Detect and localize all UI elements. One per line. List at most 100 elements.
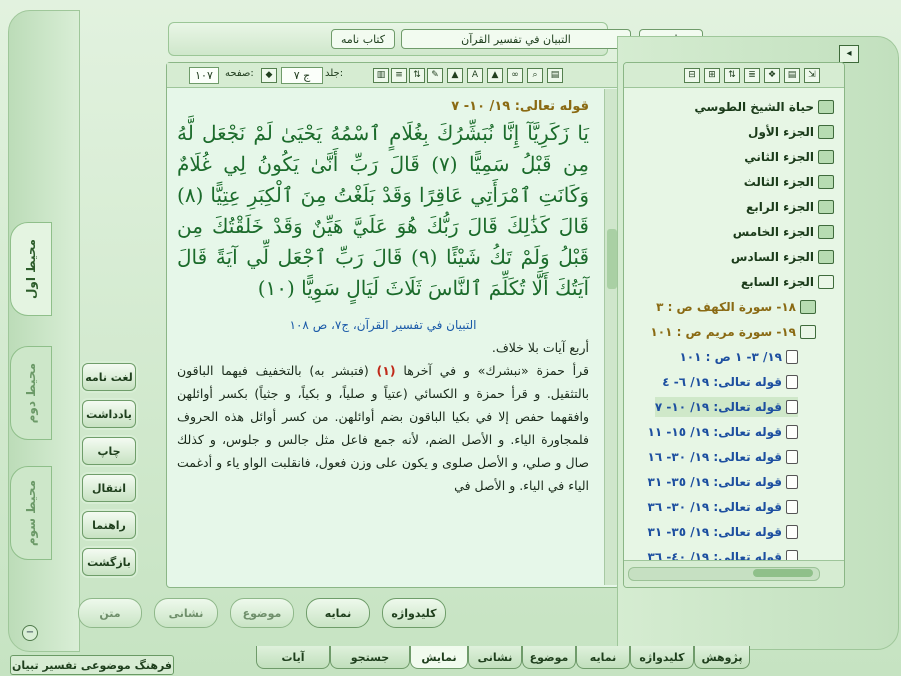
tab-bibliography[interactable]: كتاب نامه	[331, 29, 395, 49]
open-book-icon	[818, 275, 834, 289]
commentary-paragraph-2: قرأ حمزة «نبشرك» و في آخرها (١) (فتبشر ب…	[177, 359, 589, 497]
top-bar: كتاب نامه التبيان في تفسير القرآن دامنه	[168, 22, 703, 56]
marker-icon[interactable]: ✎	[427, 68, 443, 83]
tree-node-label: الجزء الأول	[748, 125, 814, 139]
tree-node[interactable]: ١٩- سورة مريم ص : ١٠١	[650, 322, 816, 342]
tree-node[interactable]: ١٩/ ٣- ١ ص : ١٠١	[679, 347, 798, 367]
reader-text: قوله تعالى: ۱۹/ ۱۰- ۷ يَا زَكَرِيَّآ إِن…	[167, 89, 599, 585]
tree-hscrollbar[interactable]	[628, 567, 820, 581]
export-icon[interactable]: ⇲	[804, 68, 820, 83]
open-book-icon	[800, 325, 816, 339]
expand-icon[interactable]: ⊞	[704, 68, 720, 83]
page-input[interactable]: ۱۰۷	[189, 67, 219, 84]
tree-node[interactable]: قوله تعالى: ١٩/ ٣٥- ٣١	[648, 522, 798, 542]
tree-node[interactable]: قوله تعالى: ١٩/ ٣٥- ٣١	[648, 472, 798, 492]
tree-node[interactable]: حياة الشيخ الطوسي	[694, 97, 834, 117]
text-button[interactable]: متن	[78, 598, 142, 628]
tree-node-label: ١٩- سورة مريم ص : ١٠١	[650, 325, 796, 339]
bottom-tabs: پژوهش کلیدواژه نمایه موضوع نشانی نمایش ج…	[256, 646, 750, 670]
tab-keyword[interactable]: کلیدواژه	[630, 646, 694, 669]
tab-index[interactable]: نمایه	[576, 646, 630, 669]
back-button[interactable]: بازگشت	[82, 548, 136, 576]
document-icon	[786, 475, 798, 489]
help-button[interactable]: راهنما	[82, 511, 136, 539]
tab-research[interactable]: پژوهش	[694, 646, 750, 669]
tab-address[interactable]: نشانی	[468, 646, 522, 669]
print-button[interactable]: چاپ	[82, 437, 136, 465]
tree-icon[interactable]: ❖	[764, 68, 780, 83]
keyword-button[interactable]: کلیدواژه	[382, 598, 446, 628]
book-icon	[818, 200, 834, 214]
tab-display[interactable]: نمایش	[410, 646, 468, 669]
tab-verses[interactable]: آیات	[256, 646, 330, 669]
tree-node-label: قوله تعالى: ١٩/ ٣٠- ١٦	[647, 450, 782, 464]
book-icon	[800, 300, 816, 314]
collapse-icon[interactable]: ⊟	[684, 68, 700, 83]
tab-environment-1-label: محیط اول	[24, 239, 38, 299]
transfer-button[interactable]: انتقال	[82, 474, 136, 502]
tree-node[interactable]: الجزء الثاني	[744, 147, 834, 167]
nav-back-icon[interactable]: ◂	[839, 45, 859, 63]
tree-node[interactable]: الجزء السابع	[741, 272, 834, 292]
address-button[interactable]: نشانی	[154, 598, 218, 628]
index-button[interactable]: نمایه	[306, 598, 370, 628]
topic-button[interactable]: موضوع	[230, 598, 294, 628]
font-icon[interactable]: A	[467, 68, 483, 83]
tree-node[interactable]: ١٨- سورة الكهف ص : ٣	[656, 297, 816, 317]
verse-heading: قوله تعالى: ۱۹/ ۱۰- ۷	[451, 99, 589, 114]
tree-node[interactable]: الجزء الثالث	[744, 172, 834, 192]
book-icon	[818, 100, 834, 114]
tree-node-label: قوله تعالى: ١٩/ ١٥- ١١	[647, 425, 782, 439]
book-icon	[818, 175, 834, 189]
list-icon[interactable]: ≣	[744, 68, 760, 83]
tree-node-label: الجزء الخامس	[732, 225, 814, 239]
tree-node[interactable]: قوله تعالى: ١٩/ ٣٠- ٣٦	[648, 497, 798, 517]
document-icon	[786, 450, 798, 464]
book-icon	[818, 250, 834, 264]
tree-node[interactable]: الجزء الأول	[748, 122, 834, 142]
volume-select[interactable]: ج ۷	[281, 67, 323, 84]
tree: حياة الشيخ الطوسي الجزء الأول الجزء الثا…	[624, 89, 842, 564]
document-icon	[786, 400, 798, 414]
tree-node[interactable]: قوله تعالى: ١٩/ ٦- ٤	[662, 372, 798, 392]
notes-button[interactable]: یادداشت	[82, 400, 136, 428]
tab-environment-3[interactable]: محیط سوم	[10, 466, 52, 560]
print-tree-icon[interactable]: ▤	[784, 68, 800, 83]
tree-node[interactable]: الجزء الخامس	[733, 222, 834, 242]
reader-toolbar: ۱۰۷ ◆ صفحه: ج ۷ جلد: ▥ ≡ ⇅ ✎ ▲ A ▲ ∞ ⌕ ▤	[167, 63, 619, 88]
arrow-up-icon[interactable]: ▲	[487, 68, 503, 83]
tree-panel: ⊟ ⊞ ⇅ ≣ ❖ ▤ ⇲ حياة الشيخ الطوسي الجزء ال…	[623, 62, 845, 588]
minimize-icon[interactable]: −	[22, 625, 38, 641]
tab-environment-3-label: محیط سوم	[24, 479, 38, 547]
source-reference[interactable]: التبيان في تفسير القرآن، ج٧، ص ١٠٨	[177, 318, 589, 332]
tree-footer	[624, 560, 844, 587]
tab-topic[interactable]: موضوع	[522, 646, 576, 669]
align-icon[interactable]: ≡	[391, 68, 407, 83]
layout-icon[interactable]: ▥	[373, 68, 389, 83]
tree-node[interactable]: قوله تعالى: ١٩/ ٣٠- ١٦	[648, 447, 798, 467]
tab-search[interactable]: جستجو	[330, 646, 410, 669]
tree-node-label: قوله تعالى: ١٩/ ٣٥- ٣١	[647, 525, 782, 539]
tree-node[interactable]: الجزء السادس	[731, 247, 834, 267]
bookmark-icon[interactable]: ▲	[447, 68, 463, 83]
tab-environment-2[interactable]: محیط دوم	[10, 346, 52, 440]
sort-icon[interactable]: ⇅	[409, 68, 425, 83]
binoculars-icon[interactable]: ∞	[507, 68, 523, 83]
columns-icon[interactable]: ▤	[547, 68, 563, 83]
hscroll-thumb[interactable]	[753, 569, 813, 577]
book-title: التبيان في تفسير القرآن	[401, 29, 631, 49]
tree-node-label: الجزء الرابع	[746, 200, 814, 214]
go-page-icon[interactable]: ◆	[261, 68, 277, 83]
glossary-button[interactable]: لغت نامه	[82, 363, 136, 391]
tree-node[interactable]: قوله تعالى: ١٩/ ١٥- ١١	[648, 422, 798, 442]
search-icon[interactable]: ⌕	[527, 68, 543, 83]
tree-node-selected[interactable]: قوله تعالى: ١٩/ ١٠- ٧	[654, 397, 798, 417]
document-icon	[786, 525, 798, 539]
tab-environment-1[interactable]: محیط اول	[10, 222, 52, 316]
book-icon	[818, 125, 834, 139]
volume-label: جلد:	[325, 68, 344, 79]
scroll-thumb[interactable]	[607, 229, 617, 289]
sort-tree-icon[interactable]: ⇅	[724, 68, 740, 83]
footnote-marker[interactable]: (١)	[377, 363, 396, 378]
tree-node[interactable]: الجزء الرابع	[746, 197, 834, 217]
